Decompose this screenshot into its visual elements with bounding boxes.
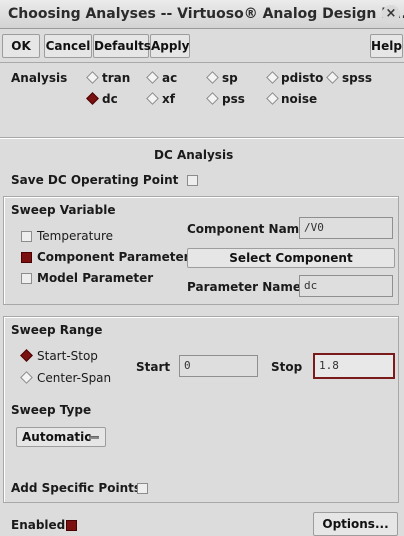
sweep-type-value: Automatic [22, 430, 92, 444]
start-label: Start [136, 360, 171, 374]
radio-ac[interactable] [146, 71, 159, 84]
dropdown-indicator-icon [89, 436, 99, 439]
radio-label-pdisto[interactable]: pdisto [281, 71, 323, 85]
window-title: Choosing Analyses -- Virtuoso® Analog De… [8, 6, 404, 22]
radio-label-ac[interactable]: ac [162, 71, 177, 85]
start-field[interactable]: 0 [179, 355, 258, 377]
radio-pss[interactable] [206, 92, 219, 105]
radio-label-pss[interactable]: pss [222, 92, 245, 106]
sweep-type-label: Sweep Type [11, 403, 92, 417]
save-op-checkbox[interactable] [187, 175, 198, 186]
parameter-name-label: Parameter Name [187, 280, 301, 294]
radio-label-sp[interactable]: sp [222, 71, 238, 85]
radio-label-tran[interactable]: tran [102, 71, 130, 85]
radio-tran[interactable] [86, 71, 99, 84]
radio-xf[interactable] [146, 92, 159, 105]
component-name-label: Component Name [187, 222, 308, 236]
apply-button[interactable]: Apply [150, 34, 190, 58]
temperature-checkbox[interactable] [21, 231, 32, 242]
temperature-label[interactable]: Temperature [37, 229, 113, 243]
parameter-name-field[interactable]: dc [299, 275, 393, 297]
dc-analysis-heading: DC Analysis [154, 148, 234, 162]
stop-field[interactable]: 1.8 [313, 353, 395, 379]
sweep-type-dropdown[interactable]: Automatic [16, 427, 106, 447]
radio-label-spss[interactable]: spss [342, 71, 372, 85]
model-parameter-checkbox[interactable] [21, 273, 32, 284]
radio-sp[interactable] [206, 71, 219, 84]
add-specific-points-label: Add Specific Points [11, 481, 142, 495]
radio-label-xf[interactable]: xf [162, 92, 175, 106]
close-icon[interactable]: × [382, 5, 400, 23]
enabled-label: Enabled [11, 518, 66, 532]
select-component-button[interactable]: Select Component [187, 248, 395, 268]
analysis-label: Analysis [11, 71, 68, 85]
component-parameter-checkbox[interactable] [21, 252, 32, 263]
add-specific-points-checkbox[interactable] [137, 483, 148, 494]
defaults-button[interactable]: Defaults [93, 34, 151, 58]
save-op-label: Save DC Operating Point [11, 173, 179, 187]
radio-noise[interactable] [266, 92, 279, 105]
radio-dc[interactable] [86, 92, 99, 105]
divider [0, 138, 404, 139]
enabled-checkbox[interactable] [66, 520, 77, 531]
sweep-variable-label: Sweep Variable [11, 203, 116, 217]
component-parameter-label[interactable]: Component Parameter [37, 250, 190, 264]
radio-pdisto[interactable] [266, 71, 279, 84]
radio-spss[interactable] [326, 71, 339, 84]
component-name-field[interactable]: /V0 [299, 217, 393, 239]
options-button[interactable]: Options... [313, 512, 398, 536]
divider [0, 62, 404, 63]
radio-label-dc[interactable]: dc [102, 92, 118, 106]
help-button[interactable]: Help [370, 34, 403, 58]
center-span-label[interactable]: Center-Span [37, 371, 111, 385]
start-stop-label[interactable]: Start-Stop [37, 349, 98, 363]
model-parameter-label[interactable]: Model Parameter [37, 271, 153, 285]
stop-label: Stop [271, 360, 303, 374]
cancel-button[interactable]: Cancel [44, 34, 92, 58]
radio-label-noise[interactable]: noise [281, 92, 317, 106]
ok-button[interactable]: OK [2, 34, 40, 58]
sweep-range-label: Sweep Range [11, 323, 103, 337]
